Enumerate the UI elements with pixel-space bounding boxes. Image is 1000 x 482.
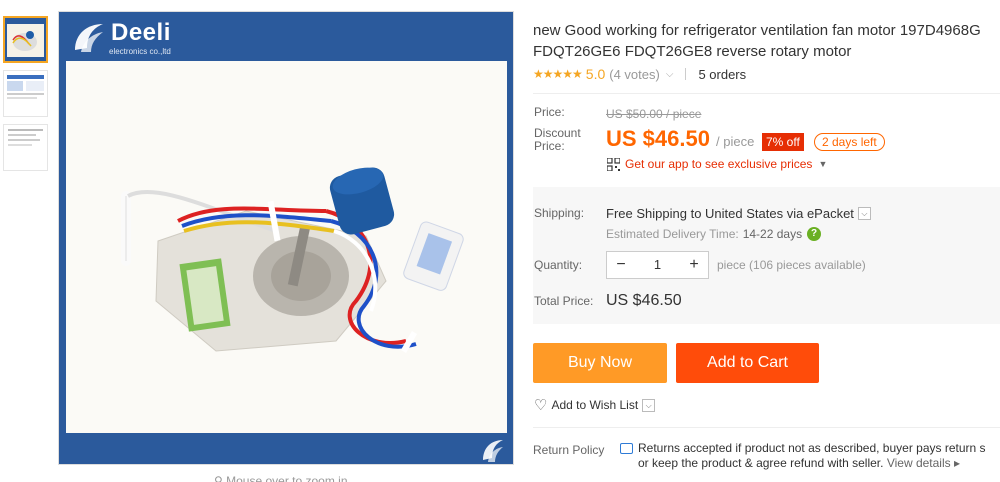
qr-code-icon	[607, 157, 620, 171]
discount-badge: 7% off	[762, 133, 804, 151]
magnifier-icon: ⚲	[214, 474, 227, 482]
divider	[533, 427, 1000, 428]
quantity-increase-button[interactable]: +	[680, 252, 708, 278]
main-product-image[interactable]: Deeli electronics co.,ltd	[58, 11, 514, 465]
return-policy-label: Return Policy	[533, 443, 605, 457]
orders-count: 5 orders	[698, 66, 747, 82]
add-to-cart-button[interactable]: Add to Cart	[676, 343, 819, 383]
shipping-to: to	[690, 206, 702, 221]
chevron-down-icon[interactable]: ⌵	[857, 207, 871, 220]
return-policy-text: Returns accepted if product not as descr…	[638, 441, 1000, 471]
delivery-estimate-days: 14-22 days	[742, 227, 803, 241]
thumbnail-3[interactable]	[3, 124, 48, 171]
total-price-value: US $46.50	[606, 292, 682, 309]
return-policy-icon	[620, 443, 633, 454]
discount-price-label: Discount Price:	[534, 127, 581, 153]
heart-icon: ♡	[534, 397, 548, 414]
thumbnail-image	[5, 18, 46, 61]
quantity-label: Quantity:	[534, 258, 583, 272]
add-to-wishlist-link[interactable]: ♡ Add to Wish List ⌵	[534, 396, 656, 414]
motor-photo	[66, 61, 507, 433]
rating-row: ★★★★★ 5.0 (4 votes) ⌵ 5 orders	[533, 66, 746, 82]
star-rating-icon: ★★★★★	[533, 67, 583, 81]
wishlist-label: Add to Wish List	[551, 398, 639, 412]
app-promo-text: Get our app to see exclusive prices	[625, 157, 813, 171]
discount-label-line1: Discount	[534, 126, 581, 140]
original-price: US $50.00 / piece	[606, 107, 702, 121]
shipping-label: Shipping:	[534, 206, 585, 220]
delivery-estimate: Estimated Delivery Time: 14-22 days ?	[606, 227, 822, 241]
brand-logo-icon	[75, 24, 103, 52]
view-details-link[interactable]: View details ▸	[887, 456, 960, 470]
total-price-label: Total Price:	[534, 294, 594, 308]
shipping-method[interactable]: Free Shipping to United States via ePack…	[606, 206, 871, 221]
shipping-via: via ePacket	[786, 206, 854, 221]
discount-label-line2: Price:	[534, 139, 565, 153]
days-left-badge: 2 days left	[814, 133, 885, 151]
price-unit: / piece	[716, 134, 755, 149]
zoom-hint-text: Mouse over to zoom in	[226, 474, 348, 482]
thumbnail-1[interactable]	[3, 16, 48, 63]
rating-value: 5.0	[585, 66, 606, 82]
product-title-line1: new Good working for refrigerator ventil…	[533, 22, 981, 39]
return-policy-line1: Returns accepted if product not as descr…	[638, 441, 986, 455]
divider	[685, 68, 687, 80]
buy-now-button[interactable]: Buy Now	[533, 343, 667, 383]
caret-down-icon: ▼	[818, 159, 828, 169]
price-label: Price:	[534, 105, 565, 119]
chevron-down-icon[interactable]: ⌵	[642, 398, 656, 412]
product-photo	[66, 61, 507, 433]
return-policy-line2: or keep the product & agree refund with …	[638, 456, 884, 470]
watermark-logo-icon	[483, 440, 503, 462]
delivery-estimate-label: Estimated Delivery Time:	[606, 227, 739, 241]
thumbnail-2[interactable]	[3, 70, 48, 117]
thumbnail-list	[3, 16, 49, 178]
quantity-available: piece (106 pieces available)	[717, 258, 866, 272]
zoom-hint: ⚲ Mouse over to zoom in	[214, 474, 348, 482]
thumbnail-image	[8, 129, 43, 146]
product-title: new Good working for refrigerator ventil…	[533, 20, 1000, 62]
brand-subtitle: electronics co.,ltd	[109, 47, 171, 56]
current-price: US $46.50	[606, 126, 710, 151]
shipping-free: Free Shipping	[606, 206, 687, 221]
shipping-destination: United States	[705, 206, 784, 221]
votes-link[interactable]: (4 votes)	[609, 67, 660, 82]
quantity-decrease-button[interactable]: −	[607, 252, 635, 278]
quantity-stepper: − 1 +	[606, 251, 709, 279]
chevron-down-icon[interactable]: ⌵	[666, 69, 674, 80]
divider	[533, 93, 1000, 94]
help-icon[interactable]: ?	[807, 227, 822, 241]
thumbnail-image	[7, 75, 44, 99]
brand-logo: Deeli electronics co.,ltd	[65, 16, 176, 60]
app-promo-link[interactable]: Get our app to see exclusive prices ▼	[607, 157, 827, 171]
quantity-input[interactable]: 1	[635, 252, 680, 278]
brand-name: Deeli	[111, 19, 171, 46]
product-title-line2: FDQT26GE6 FDQT26GE8 reverse rotary motor	[533, 43, 852, 60]
